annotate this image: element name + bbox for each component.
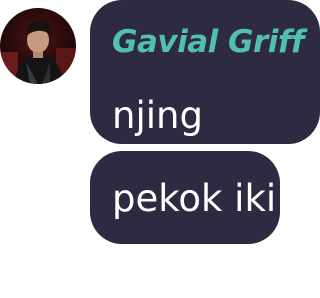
avatar[interactable] xyxy=(0,8,76,84)
chat-message-group: Gavial Griff njing pekok iki xyxy=(0,0,320,298)
sender-name[interactable]: Gavial Griff xyxy=(112,22,320,62)
avatar-photo xyxy=(0,8,76,84)
message-text: njing xyxy=(112,94,203,137)
message-text: pekok iki xyxy=(112,177,277,220)
message-bubble[interactable]: Gavial Griff njing xyxy=(90,0,320,144)
message-bubble[interactable]: pekok iki xyxy=(90,151,280,244)
